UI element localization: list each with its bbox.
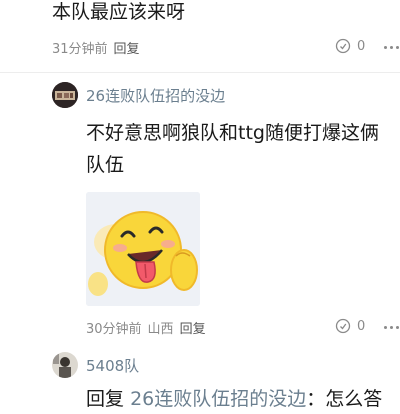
- comment-2-location: 山西: [147, 322, 174, 337]
- comment-1-time: 31分钟前: [52, 42, 108, 57]
- comment-2-username[interactable]: 26连败队伍招的没边: [86, 85, 225, 106]
- comment-2-more-button[interactable]: [384, 326, 399, 329]
- comment-2-time: 30分钟前: [86, 322, 142, 337]
- laughing-emoji-icon: [86, 192, 200, 306]
- avatar-image: [52, 82, 78, 108]
- comment-2-like-button[interactable]: 0: [335, 318, 365, 334]
- comment-1-like-button[interactable]: 0: [335, 38, 365, 54]
- comment-1-text: 本队最应该来呀: [52, 1, 186, 23]
- comment-1-like-count: 0: [357, 38, 366, 54]
- avatar-image: [52, 352, 78, 378]
- comment-3-reply-text: ：怎么答: [306, 388, 383, 410]
- thumb-up-icon: [335, 318, 351, 334]
- comment-3-text: 回复 26连败队伍招的没边：怎么答: [86, 384, 382, 414]
- comment-3-reply-target[interactable]: 26连败队伍招的没边: [130, 388, 306, 410]
- comment-2-meta: 30分钟前 山西 回复: [86, 318, 206, 337]
- thumb-up-icon: [335, 38, 351, 54]
- comment-1-meta: 31分钟前 回复: [52, 38, 140, 57]
- comment-2-text-line1: 不好意思啊狼队和ttg随便打爆这俩: [86, 122, 379, 144]
- comment-1-more-button[interactable]: [384, 46, 399, 49]
- avatar[interactable]: [52, 82, 78, 108]
- emoji-sticker[interactable]: [86, 192, 200, 306]
- comment-2-like-count: 0: [357, 318, 366, 334]
- comment-2-reply-button[interactable]: 回复: [180, 318, 206, 337]
- comment-2-text-line2: 队伍: [86, 154, 125, 176]
- comment-3-username[interactable]: 5408队: [86, 355, 139, 376]
- comment-3-reply-prefix: 回复: [86, 388, 125, 410]
- avatar[interactable]: [52, 352, 78, 378]
- comment-1-reply-button[interactable]: 回复: [114, 38, 140, 57]
- divider: [0, 72, 400, 73]
